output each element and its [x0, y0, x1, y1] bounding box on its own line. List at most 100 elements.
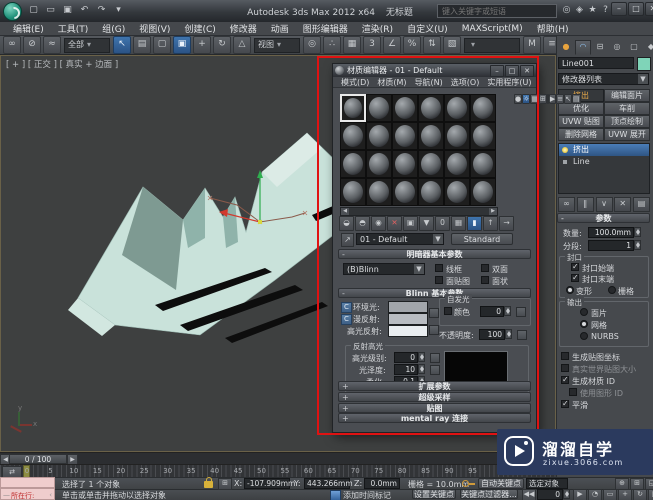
chevron-down-icon[interactable]: ▼: [638, 74, 648, 84]
material-sample-slot[interactable]: [340, 150, 366, 178]
self-illum-color-checkbox[interactable]: [444, 307, 452, 315]
x-coordinate-field[interactable]: -107.909mm: [244, 478, 290, 489]
amount-field[interactable]: 100.0mm: [588, 227, 634, 238]
material-sample-slot[interactable]: [444, 94, 470, 122]
material-sample-slot[interactable]: [392, 178, 418, 206]
material-sample-slot[interactable]: [470, 150, 496, 178]
material-editor-menu-2[interactable]: 导航(N): [411, 77, 447, 88]
material-sample-slot[interactable]: [366, 150, 392, 178]
percent-snap-icon[interactable]: %: [403, 36, 421, 54]
diffuse-map-button[interactable]: [429, 308, 439, 318]
modifier-button[interactable]: 车削: [604, 102, 650, 115]
chevron-down-icon[interactable]: ▼: [433, 234, 443, 244]
go-to-parent-icon[interactable]: ↑: [483, 216, 498, 231]
workspace-dropdown-icon[interactable]: ▾: [111, 3, 126, 18]
modifier-button[interactable]: 顶点绘制: [604, 115, 650, 128]
time-configuration-icon[interactable]: ◔: [588, 489, 602, 500]
specular-level-map-button[interactable]: [430, 353, 440, 363]
menu-item-8[interactable]: 渲染(R): [355, 22, 400, 35]
tab-modify-icon[interactable]: ◠: [575, 40, 591, 55]
snap-toggle-icon[interactable]: 3: [363, 36, 381, 54]
diffuse-color-swatch[interactable]: [388, 313, 428, 325]
material-sample-slot[interactable]: [392, 94, 418, 122]
minimize-button[interactable]: –: [611, 2, 627, 16]
material-editor-menu-3[interactable]: 选项(O): [447, 77, 484, 88]
segments-field[interactable]: 1: [588, 240, 634, 251]
modifier-stack-row[interactable]: Line: [559, 156, 649, 168]
scroll-left-icon[interactable]: ◀: [341, 208, 349, 215]
background-icon[interactable]: ▦: [530, 94, 539, 104]
opacity-spinner[interactable]: [505, 329, 512, 339]
put-to-library-icon[interactable]: ▼: [419, 216, 434, 231]
modifier-list-dropdown[interactable]: 修改器列表 ▼: [558, 73, 649, 85]
orbit-icon[interactable]: ↻: [633, 489, 647, 500]
segments-spinner[interactable]: [634, 240, 641, 250]
select-and-rotate-icon[interactable]: ↻: [213, 36, 231, 54]
material-sample-slot[interactable]: [418, 150, 444, 178]
glossiness-map-button[interactable]: [430, 365, 440, 375]
material-sample-slot[interactable]: [418, 178, 444, 206]
select-and-move-icon[interactable]: +: [193, 36, 211, 54]
auto-key-button[interactable]: 自动关键点: [478, 478, 524, 489]
tab-motion-icon[interactable]: ◎: [609, 40, 625, 55]
cap-start-checkbox[interactable]: [571, 263, 579, 271]
time-slider-handle[interactable]: 0 / 100: [9, 454, 67, 464]
rollout-0[interactable]: +扩展参数: [338, 381, 531, 391]
menu-item-10[interactable]: MAXScript(M): [455, 24, 530, 34]
pan-hand-icon[interactable]: +: [618, 489, 632, 500]
output-nurbs-radio[interactable]: [580, 332, 588, 340]
save-file-icon[interactable]: ▣: [60, 3, 75, 18]
rollout-shader-basic[interactable]: - 明暗器基本参数: [338, 249, 531, 259]
specular-level-field[interactable]: 0: [394, 352, 418, 363]
zoom-region-icon[interactable]: ▭: [603, 489, 617, 500]
selection-filter-dropdown[interactable]: 全部▾: [64, 38, 110, 53]
menu-item-11[interactable]: 帮助(H): [530, 22, 576, 35]
menu-item-7[interactable]: 图形编辑器: [296, 22, 355, 35]
select-by-name-icon[interactable]: ▤: [133, 36, 151, 54]
self-illum-field[interactable]: 0: [480, 306, 504, 317]
shader-type-dropdown[interactable]: (B)Blinn ▼: [343, 263, 425, 275]
material-editor-menu-1[interactable]: 材质(M): [373, 77, 410, 88]
add-time-tag-icon[interactable]: [330, 490, 341, 500]
maximize-viewport-toggle-icon[interactable]: ▣: [648, 489, 653, 500]
ambient-color-swatch[interactable]: [388, 301, 428, 313]
menu-item-1[interactable]: 工具(T): [51, 22, 96, 35]
material-sample-slot[interactable]: [418, 122, 444, 150]
y-coordinate-field[interactable]: 443.266mm: [304, 478, 350, 489]
tab-create-icon[interactable]: ●: [558, 40, 574, 55]
material-sample-slot[interactable]: [470, 178, 496, 206]
play-animation-icon[interactable]: ▶: [573, 489, 587, 500]
selection-lock-icon[interactable]: [204, 481, 213, 488]
material-id-channel-icon[interactable]: 0: [435, 216, 450, 231]
material-type-button[interactable]: Standard: [451, 233, 513, 245]
go-forward-to-sibling-icon[interactable]: →: [499, 216, 514, 231]
modifier-stack-row[interactable]: 挤出: [559, 144, 649, 156]
pin-stack-icon[interactable]: ∞: [558, 197, 575, 212]
amount-spinner[interactable]: [634, 227, 641, 237]
show-map-in-viewport-icon[interactable]: ▦: [451, 216, 466, 231]
select-and-link-icon[interactable]: ∞: [3, 36, 21, 54]
glossiness-spinner[interactable]: [418, 364, 425, 374]
current-frame-field[interactable]: 0: [537, 489, 563, 500]
options-icon[interactable]: ≡: [556, 94, 564, 104]
communication-center-icon[interactable]: ◈: [573, 3, 586, 17]
selected-set-dropdown[interactable]: 选定对象: [526, 478, 568, 489]
use-pivot-point-center-icon[interactable]: ◎: [303, 36, 321, 54]
select-and-scale-icon[interactable]: △: [233, 36, 251, 54]
material-sample-slot[interactable]: [340, 178, 366, 206]
modifier-button[interactable]: 删除网格: [558, 128, 604, 141]
modifier-button[interactable]: 编辑面片: [604, 89, 650, 102]
redo-icon[interactable]: ↷: [94, 3, 109, 18]
faceted-checkbox[interactable]: [481, 276, 489, 284]
window-crossing-icon[interactable]: ▣: [173, 36, 191, 54]
favorites-star-icon[interactable]: ★: [586, 3, 599, 17]
material-sample-slot[interactable]: [366, 178, 392, 206]
material-editor-menu-0[interactable]: 模式(D): [337, 77, 373, 88]
maxscript-mini-listener[interactable]: — 所在行: ‹: [0, 477, 55, 500]
rollout-parameters[interactable]: - 参数: [557, 213, 650, 223]
edit-named-selection-sets-icon[interactable]: ▧: [443, 36, 461, 54]
object-name-field[interactable]: Line001: [558, 57, 634, 69]
select-object-icon[interactable]: ↖: [113, 36, 131, 54]
select-by-material-icon[interactable]: ↖: [564, 94, 572, 104]
two-sided-checkbox[interactable]: [481, 264, 489, 272]
